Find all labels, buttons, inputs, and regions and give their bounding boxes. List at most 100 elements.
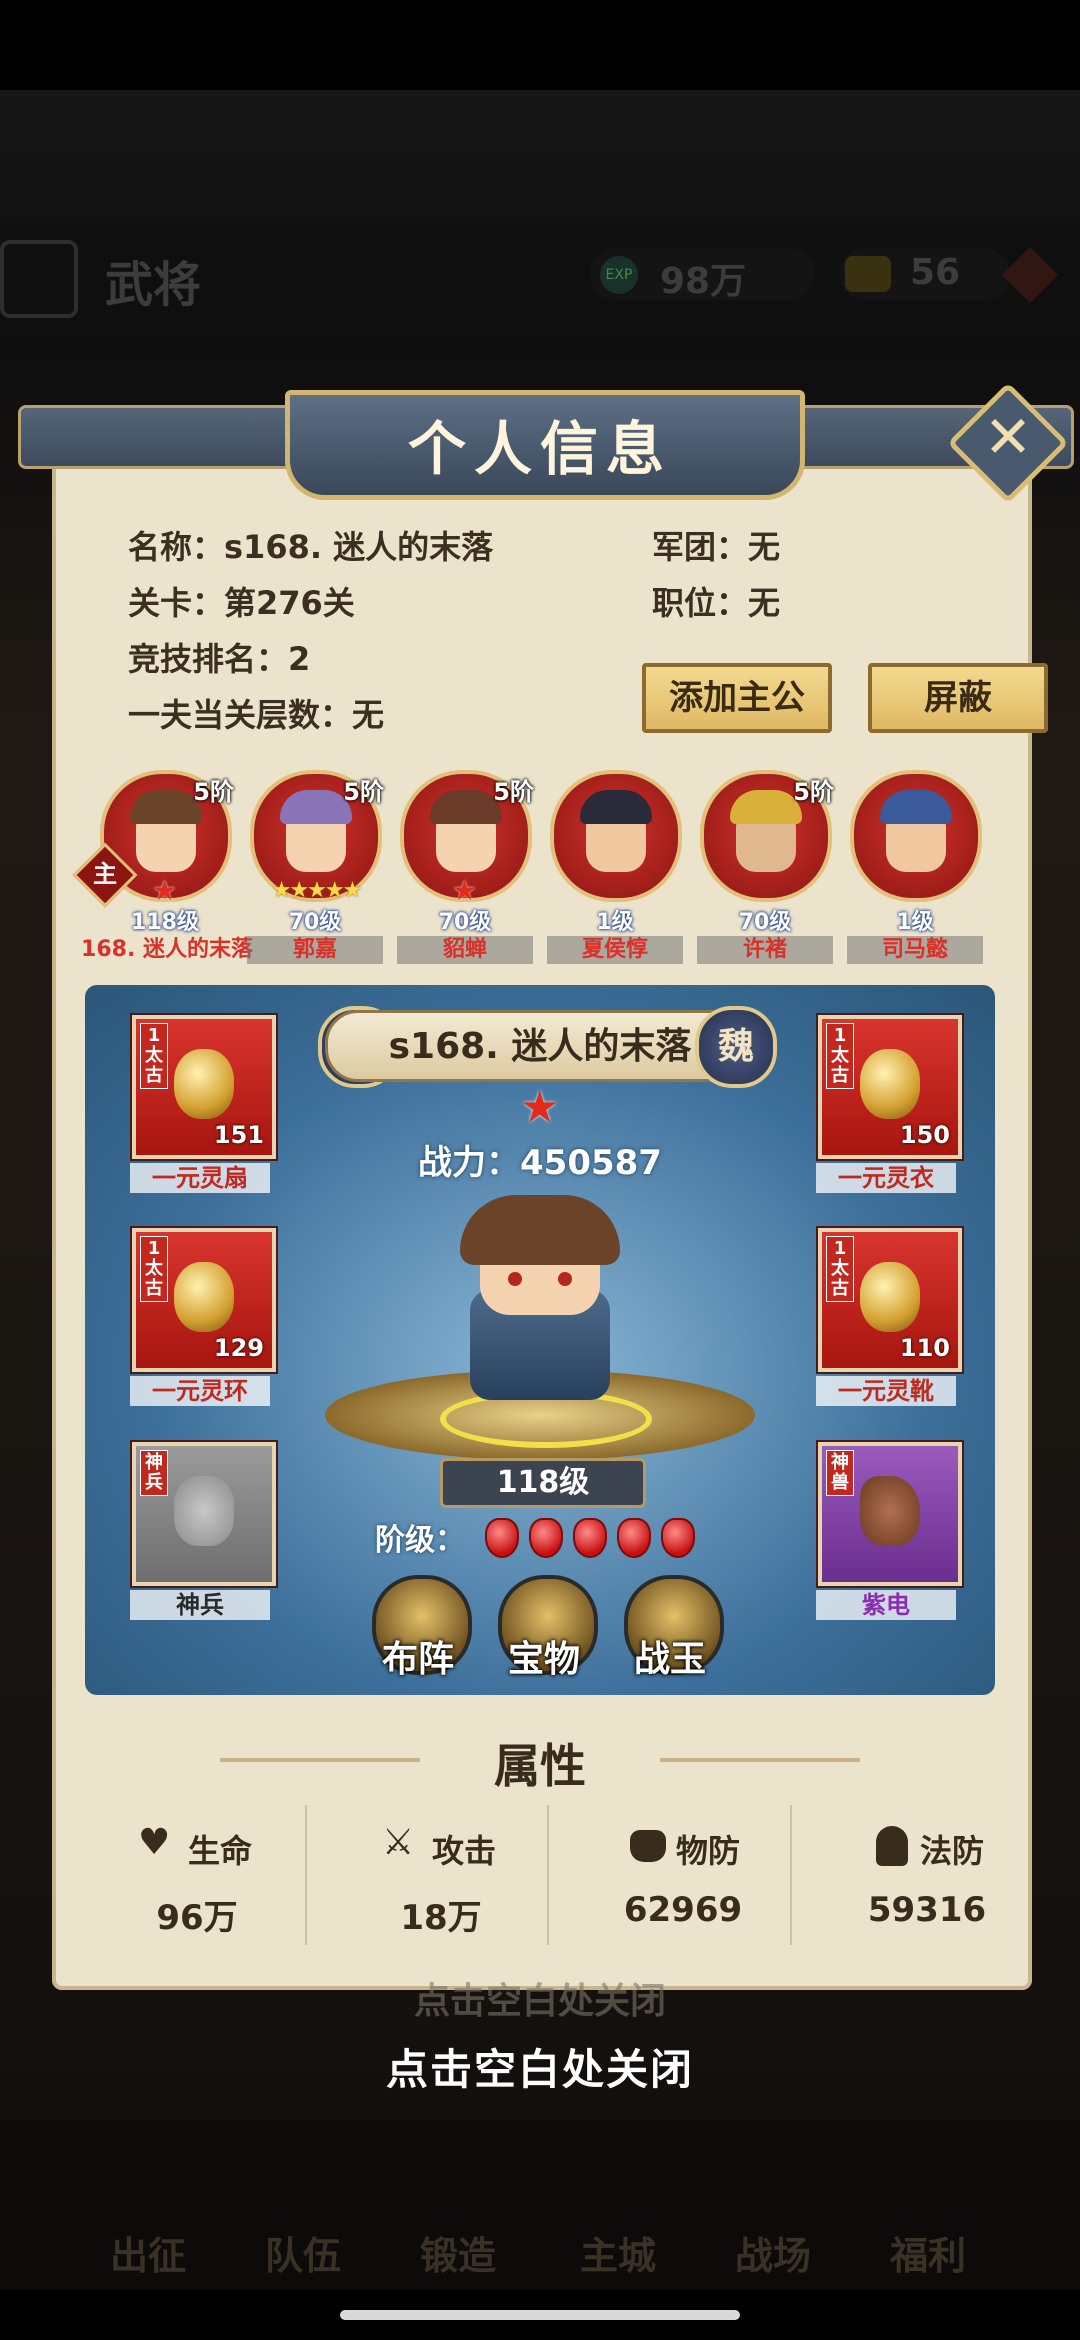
close-hint-shadow: 点击空白处关闭: [413, 1981, 666, 2022]
hero-tier: 5阶: [793, 778, 834, 806]
player-name: 名称：s168. 迷人的末落: [128, 528, 494, 566]
hero-level: 1级: [896, 910, 934, 935]
hero-name: 郭嘉: [247, 936, 383, 964]
hero-name: 许褚: [697, 936, 833, 964]
hero-hair: [280, 790, 352, 824]
equipment-icon: [860, 1476, 920, 1546]
rank-gem-icon: [529, 1518, 563, 1558]
faction-badge: 魏: [695, 1006, 777, 1088]
hero-tier: 5阶: [343, 778, 384, 806]
equipment-label: 一元灵环: [130, 1376, 270, 1406]
attr-hp-value: 96万: [156, 1898, 238, 1938]
equipment-slot[interactable]: 神兽: [818, 1442, 962, 1586]
hero-name: 貂蝉: [397, 936, 533, 964]
hero-level: 70级: [438, 910, 492, 935]
hero-star-icon: ★: [452, 874, 478, 907]
equipment-slot[interactable]: 1太古 129: [132, 1228, 276, 1372]
player-position: 职位：无: [652, 584, 781, 622]
combat-power: 战力：450587: [418, 1143, 662, 1183]
equipment-icon: [174, 1049, 234, 1119]
equipment-icon: [860, 1262, 920, 1332]
player-tower-floors: 一夫当关层数：无: [128, 696, 385, 734]
rank-gem-icon: [573, 1518, 607, 1558]
equipment-icon: [174, 1262, 234, 1332]
hero-avatar[interactable]: [850, 770, 982, 902]
treasure-label[interactable]: 宝物: [484, 1630, 604, 1682]
hero-hair: [580, 790, 652, 824]
hero-card[interactable]: 1级 夏侯惇: [547, 770, 683, 964]
heart-icon: ♥: [138, 1822, 171, 1863]
rank-label: 阶级：: [375, 1523, 465, 1558]
hero-avatar[interactable]: 5阶: [700, 770, 834, 902]
hero-star-icon: ★: [152, 874, 178, 907]
equipment-label: 一元灵扇: [130, 1163, 270, 1193]
close-icon[interactable]: ✕: [965, 394, 1051, 480]
rank-gem-icon: [485, 1518, 519, 1558]
hero-card[interactable]: 5阶 70级 许褚: [697, 770, 834, 964]
equipment-slot[interactable]: 神兵: [132, 1442, 276, 1586]
hero-avatar[interactable]: 5阶 ★: [400, 770, 534, 907]
hero-level: 1级: [596, 910, 634, 935]
character-name: s168. 迷人的末落: [388, 1026, 692, 1067]
attr-phys-def-name: 物防: [676, 1832, 741, 1870]
hero-level: 70级: [288, 910, 342, 935]
hero-avatar[interactable]: 5阶 ★ 主: [72, 770, 234, 908]
hero-card[interactable]: 1级 司马懿: [847, 770, 983, 964]
hero-name: 司马懿: [847, 936, 983, 964]
hero-tier: 5阶: [193, 778, 234, 806]
equipment-label: 一元灵靴: [816, 1376, 956, 1406]
rank-gem-icon: [617, 1518, 651, 1558]
equipment-tag: 1太古: [826, 1023, 854, 1089]
hero-hair: [880, 790, 952, 824]
equipment-tag: 1太古: [826, 1236, 854, 1302]
hero-star-icon: ★★★★★: [271, 878, 363, 903]
attr-divider-right: [660, 1758, 860, 1762]
hero-avatar[interactable]: 5阶 ★★★★★: [250, 770, 384, 903]
attributes-title: 属性: [494, 1739, 586, 1793]
attr-phys-def-value: 62969: [623, 1890, 743, 1930]
character-level: 118级: [440, 1458, 646, 1508]
hero-card[interactable]: 5阶 ★ 70级 貂蝉: [397, 770, 534, 964]
hero-tier: 5阶: [493, 778, 534, 806]
equipment-tag: 神兽: [826, 1450, 854, 1496]
hero-card[interactable]: 5阶 ★ 主 118级 168. 迷人的末落: [72, 770, 253, 964]
close-hint[interactable]: 点击空白处关闭: [240, 2036, 840, 2097]
hero-level: 118级: [131, 910, 199, 935]
equipment-tag: 1太古: [140, 1023, 168, 1089]
attr-attack-value: 18万: [400, 1898, 482, 1938]
equipment-slot[interactable]: 1太古 151: [132, 1015, 276, 1159]
war-jade-label[interactable]: 战玉: [610, 1630, 730, 1682]
panel-title: 个人信息: [407, 415, 672, 483]
equipment-level: 110: [899, 1334, 950, 1362]
rank-star-icon: ★: [520, 1082, 560, 1133]
hero-hair: [130, 790, 202, 824]
shield-icon: [876, 1826, 908, 1866]
equipment-level: 151: [213, 1121, 264, 1149]
hero-sprite-hair[interactable]: [460, 1195, 620, 1265]
hero-level: 70级: [738, 910, 792, 935]
hero-avatar[interactable]: [550, 770, 682, 902]
equipment-label: 一元灵衣: [816, 1163, 956, 1193]
player-arena-rank: 竞技排名：2: [128, 640, 311, 678]
hero-hair: [730, 790, 802, 824]
swords-icon: ⚔: [382, 1822, 415, 1863]
block-button[interactable]: 屏蔽: [868, 663, 1048, 733]
add-lord-button[interactable]: 添加主公: [642, 663, 832, 733]
attr-magic-def-name: 法防: [920, 1832, 985, 1870]
home-indicator[interactable]: [340, 2310, 740, 2320]
attr-divider-left: [220, 1758, 420, 1762]
hero-name: 168. 迷人的末落: [81, 937, 253, 962]
formation-label[interactable]: 布阵: [358, 1630, 478, 1682]
rank-gem-icon: [661, 1518, 695, 1558]
hero-eye-right: [558, 1272, 572, 1286]
equipment-level: 150: [899, 1121, 950, 1149]
equipment-icon: [174, 1476, 234, 1546]
lord-badge-text: 主: [93, 860, 117, 888]
equipment-label: 神兵: [130, 1590, 270, 1620]
hero-eye-left: [508, 1272, 522, 1286]
armor-icon: [630, 1830, 666, 1862]
attr-hp-name: 生命: [188, 1832, 253, 1870]
equipment-slot[interactable]: 1太古 110: [818, 1228, 962, 1372]
equipment-slot[interactable]: 1太古 150: [818, 1015, 962, 1159]
hero-card[interactable]: 5阶 ★★★★★ 70级 郭嘉: [247, 770, 384, 964]
